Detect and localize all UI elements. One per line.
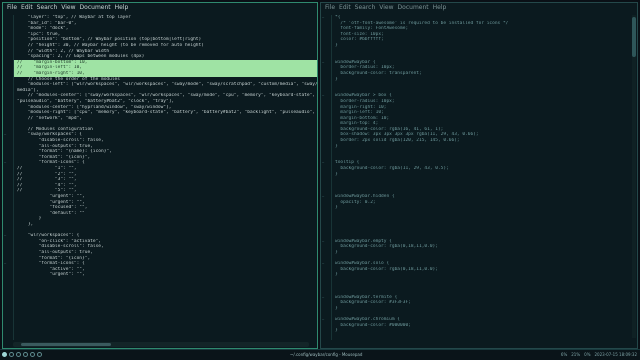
left-menu-help[interactable]: Help (115, 4, 129, 14)
left-menu-view[interactable]: View (61, 4, 75, 14)
left-code-lines[interactable]: "layer": "top", // Waybar at top layer "… (14, 15, 317, 278)
right-menu-edit[interactable]: Edit (339, 4, 351, 14)
workspace-switcher: 123456 (2, 352, 42, 357)
right-menu-document[interactable]: Document (398, 4, 429, 14)
left-code-view[interactable]: "layer": "top", // Waybar at top layer "… (14, 15, 317, 340)
right-line-gutter: − − − − − − − − − (321, 15, 332, 340)
left-horizontal-scrollbar[interactable] (13, 342, 309, 347)
right-menu-bar: File Edit Search View Document Help (321, 3, 637, 14)
right-menu-help[interactable]: Help (433, 4, 447, 14)
code-line[interactable]: "urgent": "", (17, 272, 317, 278)
right-menu-view[interactable]: View (379, 4, 393, 14)
left-menu-document[interactable]: Document (80, 4, 111, 14)
waybar-taskbar: 123456 ~/.config/waybar/config - Mousepa… (0, 349, 640, 360)
fold-marker (3, 272, 13, 278)
left-menu-file[interactable]: File (7, 4, 17, 14)
scrollbar-thumb[interactable] (632, 17, 636, 57)
active-window-title: ~/.config/waybar/config - Mousepad (290, 352, 363, 357)
right-menu-search[interactable]: Search (355, 4, 376, 14)
clock[interactable]: 2023-07-15 18:09:32 (595, 352, 637, 357)
right-editor-area[interactable]: − − − − − − − − − *{ /* 'otf-font-awesome' is re… (321, 15, 637, 340)
fold-marker (321, 328, 331, 334)
right-editor-window[interactable]: File Edit Search View Document Help − − − − − − − − −… (320, 2, 638, 349)
code-line[interactable]: } (335, 328, 637, 334)
code-line[interactable]: "modules-left": ["wlr/workspaces", "wlr/… (17, 82, 317, 88)
status-modules: 6% 21% 0% 2023-07-15 18:09:32 (561, 352, 637, 357)
right-code-view[interactable]: *{ /* 'otf-font-awesome' is required to … (332, 15, 637, 340)
left-editor-window[interactable]: File Edit Search View Document Help − − − − "lay… (2, 2, 318, 349)
workspace-button-4[interactable]: 4 (23, 352, 28, 357)
workspace-button-3[interactable]: 3 (16, 352, 21, 357)
cpu-usage[interactable]: 6% (561, 352, 567, 357)
right-vertical-scrollbar[interactable] (632, 15, 636, 338)
left-menu-search[interactable]: Search (37, 4, 58, 14)
left-line-gutter: − − − − (3, 15, 14, 340)
code-line[interactable]: "modules-right": ["cpu", "memory", "keyb… (17, 110, 317, 116)
workspace-button-6[interactable]: 6 (37, 352, 42, 357)
left-menu-bar: File Edit Search View Document Help (3, 3, 317, 14)
battery-level[interactable]: 0% (584, 352, 590, 357)
workspace-button-5[interactable]: 5 (30, 352, 35, 357)
right-code-lines[interactable]: *{ /* 'otf-font-awesome' is required to … (332, 15, 637, 334)
workspace-button-2[interactable]: 2 (9, 352, 14, 357)
scrollbar-thumb[interactable] (21, 343, 111, 346)
right-menu-file[interactable]: File (325, 4, 335, 14)
memory-usage[interactable]: 21% (571, 352, 580, 357)
workspace-button-1[interactable]: 1 (2, 352, 7, 357)
left-editor-area[interactable]: − − − − "layer": "top", // Waybar at top la… (3, 15, 317, 340)
left-menu-edit[interactable]: Edit (21, 4, 33, 14)
